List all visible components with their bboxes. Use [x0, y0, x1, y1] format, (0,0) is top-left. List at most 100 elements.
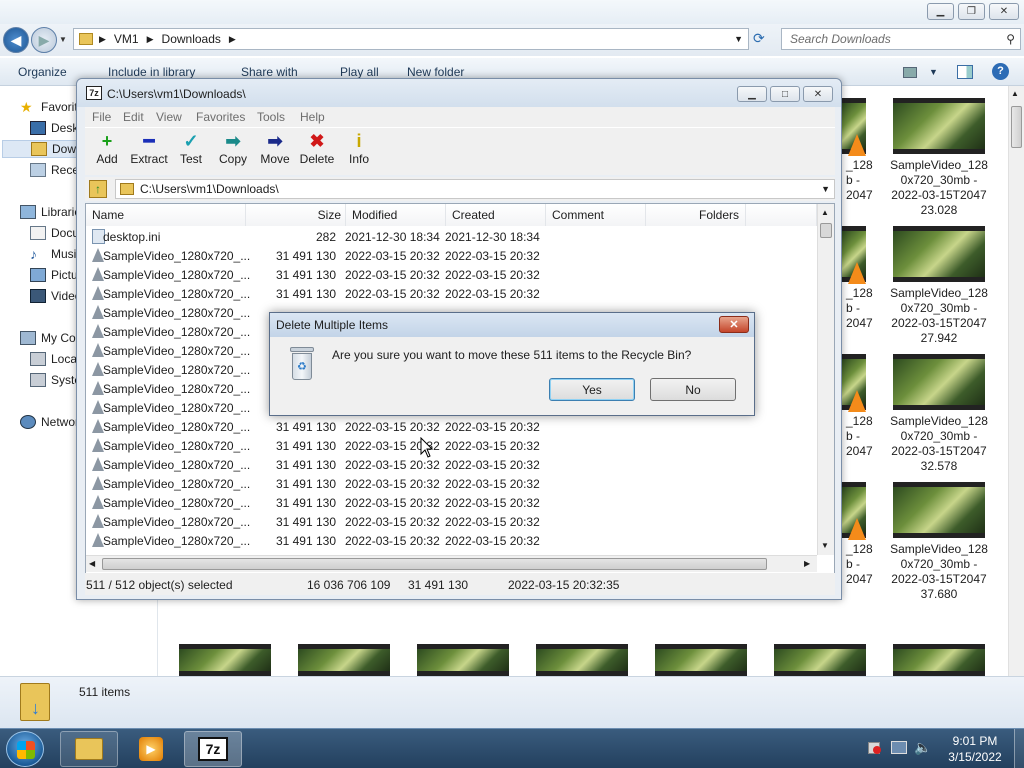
menu-tools[interactable]: Tools [257, 110, 285, 124]
yes-button[interactable]: Yes [549, 378, 635, 401]
taskbar-media-player[interactable]: ▶ [122, 731, 180, 767]
path-dropdown-icon[interactable]: ▼ [821, 184, 830, 194]
view-dropdown-icon[interactable]: ▼ [929, 67, 938, 77]
7zip-close-button[interactable]: ✕ [803, 86, 833, 102]
column-folders[interactable]: Folders [646, 204, 746, 226]
start-button[interactable] [6, 731, 44, 767]
minimize-button[interactable]: ▁ [927, 3, 954, 20]
scroll-right-icon[interactable]: ▶ [804, 559, 810, 568]
video-thumbnail[interactable] [536, 644, 628, 676]
search-input[interactable]: Search Downloads ⚲ [781, 28, 1021, 50]
include-in-library-button[interactable]: Include in library [108, 65, 195, 79]
file-row[interactable]: SampleVideo_1280x720_... 31 491 130 2022-0… [86, 246, 816, 265]
7zip-minimize-button[interactable]: ▁ [737, 86, 767, 102]
column-created[interactable]: Created [446, 204, 546, 226]
video-thumbnail[interactable] [774, 644, 866, 676]
back-button[interactable]: ◀ [3, 27, 29, 53]
tool-copy-button[interactable]: ➡ Copy [211, 130, 255, 174]
taskbar-explorer[interactable] [60, 731, 118, 767]
thumbnail-caption[interactable]: _128 b -2047 [846, 286, 873, 331]
scroll-down-icon[interactable]: ▼ [821, 541, 829, 550]
video-thumbnail[interactable] [893, 354, 985, 410]
scroll-up-icon[interactable]: ▲ [1011, 89, 1019, 98]
7zip-path-input[interactable]: C:\Users\vm1\Downloads\ ▼ [115, 179, 835, 199]
scroll-left-icon[interactable]: ◀ [89, 559, 95, 568]
file-row[interactable]: SampleVideo_1280x720_... 31 491 130 2022-0… [86, 436, 816, 455]
scroll-thumb[interactable] [820, 223, 832, 238]
file-row[interactable]: SampleVideo_1280x720_... 31 491 130 2022-0… [86, 493, 816, 512]
explorer-scrollbar[interactable]: ▲ [1008, 86, 1024, 676]
file-row[interactable]: SampleVideo_1280x720_... 31 491 130 2022-0… [86, 455, 816, 474]
video-thumbnail[interactable] [893, 482, 985, 538]
video-thumbnail[interactable] [893, 98, 985, 154]
column-comment[interactable]: Comment [546, 204, 646, 226]
tool-extract-button[interactable]: ━ Extract [127, 130, 171, 174]
video-thumbnail[interactable] [417, 644, 509, 676]
file-row[interactable]: SampleVideo_1280x720_... 31 491 130 2022-0… [86, 265, 816, 284]
nav-music[interactable]: ♪ Music [30, 245, 82, 263]
thumbnail-caption[interactable]: _128 b -2047 [846, 542, 873, 587]
scroll-up-icon[interactable]: ▲ [821, 208, 829, 217]
video-thumbnail[interactable] [893, 226, 985, 282]
menu-help[interactable]: Help [300, 110, 325, 124]
preview-pane-icon[interactable] [957, 65, 973, 79]
7zip-maximize-button[interactable]: □ [770, 86, 800, 102]
share-with-button[interactable]: Share with [241, 65, 298, 79]
tool-add-button[interactable]: + Add [85, 130, 129, 174]
video-thumbnail[interactable] [179, 644, 271, 676]
recent-pages-dropdown[interactable]: ▼ [59, 35, 67, 44]
thumbnail-caption[interactable]: SampleVideo_128 0x720_30mb -2022-03-15T20… [884, 414, 994, 474]
help-icon[interactable]: ? [992, 63, 1009, 80]
forward-button[interactable]: ▶ [31, 27, 57, 53]
close-button[interactable]: ✕ [989, 3, 1019, 20]
no-button[interactable]: No [650, 378, 736, 401]
thumbnail-caption[interactable]: _128 b -2047 [846, 414, 873, 459]
action-center-flag-icon[interactable] [868, 742, 881, 754]
organize-button[interactable]: Organize [18, 65, 67, 79]
volume-icon[interactable]: 🔈 [914, 739, 931, 756]
breadcrumb-downloads[interactable]: Downloads [162, 32, 221, 46]
view-options-icon[interactable] [903, 67, 917, 78]
folder-up-icon[interactable]: ↑ [89, 180, 107, 198]
column-name[interactable]: Name [86, 204, 246, 226]
thumbnail-caption[interactable]: SampleVideo_128 0x720_30mb -2022-03-15T20… [884, 158, 994, 218]
tool-test-button[interactable]: ✓ Test [169, 130, 213, 174]
breadcrumb-vm1[interactable]: VM1 [114, 32, 139, 46]
file-row[interactable]: SampleVideo_1280x720_... 31 491 130 2022-0… [86, 474, 816, 493]
taskbar-7zip[interactable]: 7z [184, 731, 242, 767]
address-dropdown-icon[interactable]: ▼ [734, 34, 743, 44]
thumbnail-caption[interactable]: SampleVideo_128 0x720_30mb -2022-03-15T20… [884, 286, 994, 346]
column-modified[interactable]: Modified [346, 204, 446, 226]
show-desktop-button[interactable] [1014, 729, 1024, 768]
menu-edit[interactable]: Edit [123, 110, 144, 124]
video-thumbnail[interactable] [655, 644, 747, 676]
menu-file[interactable]: File [92, 110, 111, 124]
menu-view[interactable]: View [156, 110, 182, 124]
thumbnail-caption[interactable]: _128 b -2047 [846, 158, 873, 203]
scroll-thumb[interactable] [102, 558, 767, 570]
dialog-close-button[interactable]: ✕ [719, 316, 749, 333]
tray-clock[interactable]: 9:01 PM 3/15/2022 [940, 733, 1010, 765]
column-extra[interactable] [746, 204, 817, 226]
menu-favorites[interactable]: Favorites [196, 110, 245, 124]
scroll-thumb[interactable] [1011, 106, 1022, 148]
thumbnail-caption[interactable]: SampleVideo_128 0x720_30mb -2022-03-15T20… [884, 542, 994, 602]
video-thumbnail[interactable] [298, 644, 390, 676]
file-row[interactable]: desktop.ini 282 2021-12-30 18:34 2021-12-30… [86, 227, 816, 246]
file-row[interactable]: SampleVideo_1280x720_... 31 491 130 2022-0… [86, 417, 816, 436]
video-thumbnail[interactable] [893, 644, 985, 676]
refresh-icon[interactable]: ⟳ [753, 30, 765, 47]
column-size[interactable]: Size [246, 204, 346, 226]
new-folder-button[interactable]: New folder [407, 65, 464, 79]
7zip-vertical-scrollbar[interactable]: ▲ ▼ [817, 204, 834, 555]
file-row[interactable]: SampleVideo_1280x720_... 31 491 130 2022-0… [86, 284, 816, 303]
play-all-button[interactable]: Play all [340, 65, 379, 79]
file-row[interactable]: SampleVideo_1280x720_... 31 491 130 2022-0… [86, 512, 816, 531]
tool-move-button[interactable]: ➡ Move [253, 130, 297, 174]
network-tray-icon[interactable] [891, 741, 907, 754]
tool-info-button[interactable]: i Info [337, 130, 381, 174]
7zip-horizontal-scrollbar[interactable]: ◀ ▶ [86, 555, 817, 572]
file-row[interactable]: SampleVideo_1280x720_... 31 491 130 2022-0… [86, 531, 816, 550]
restore-button[interactable]: ❐ [958, 3, 985, 20]
address-box[interactable]: ▶ VM1 ▶ Downloads ▶ ▼ [73, 28, 749, 50]
